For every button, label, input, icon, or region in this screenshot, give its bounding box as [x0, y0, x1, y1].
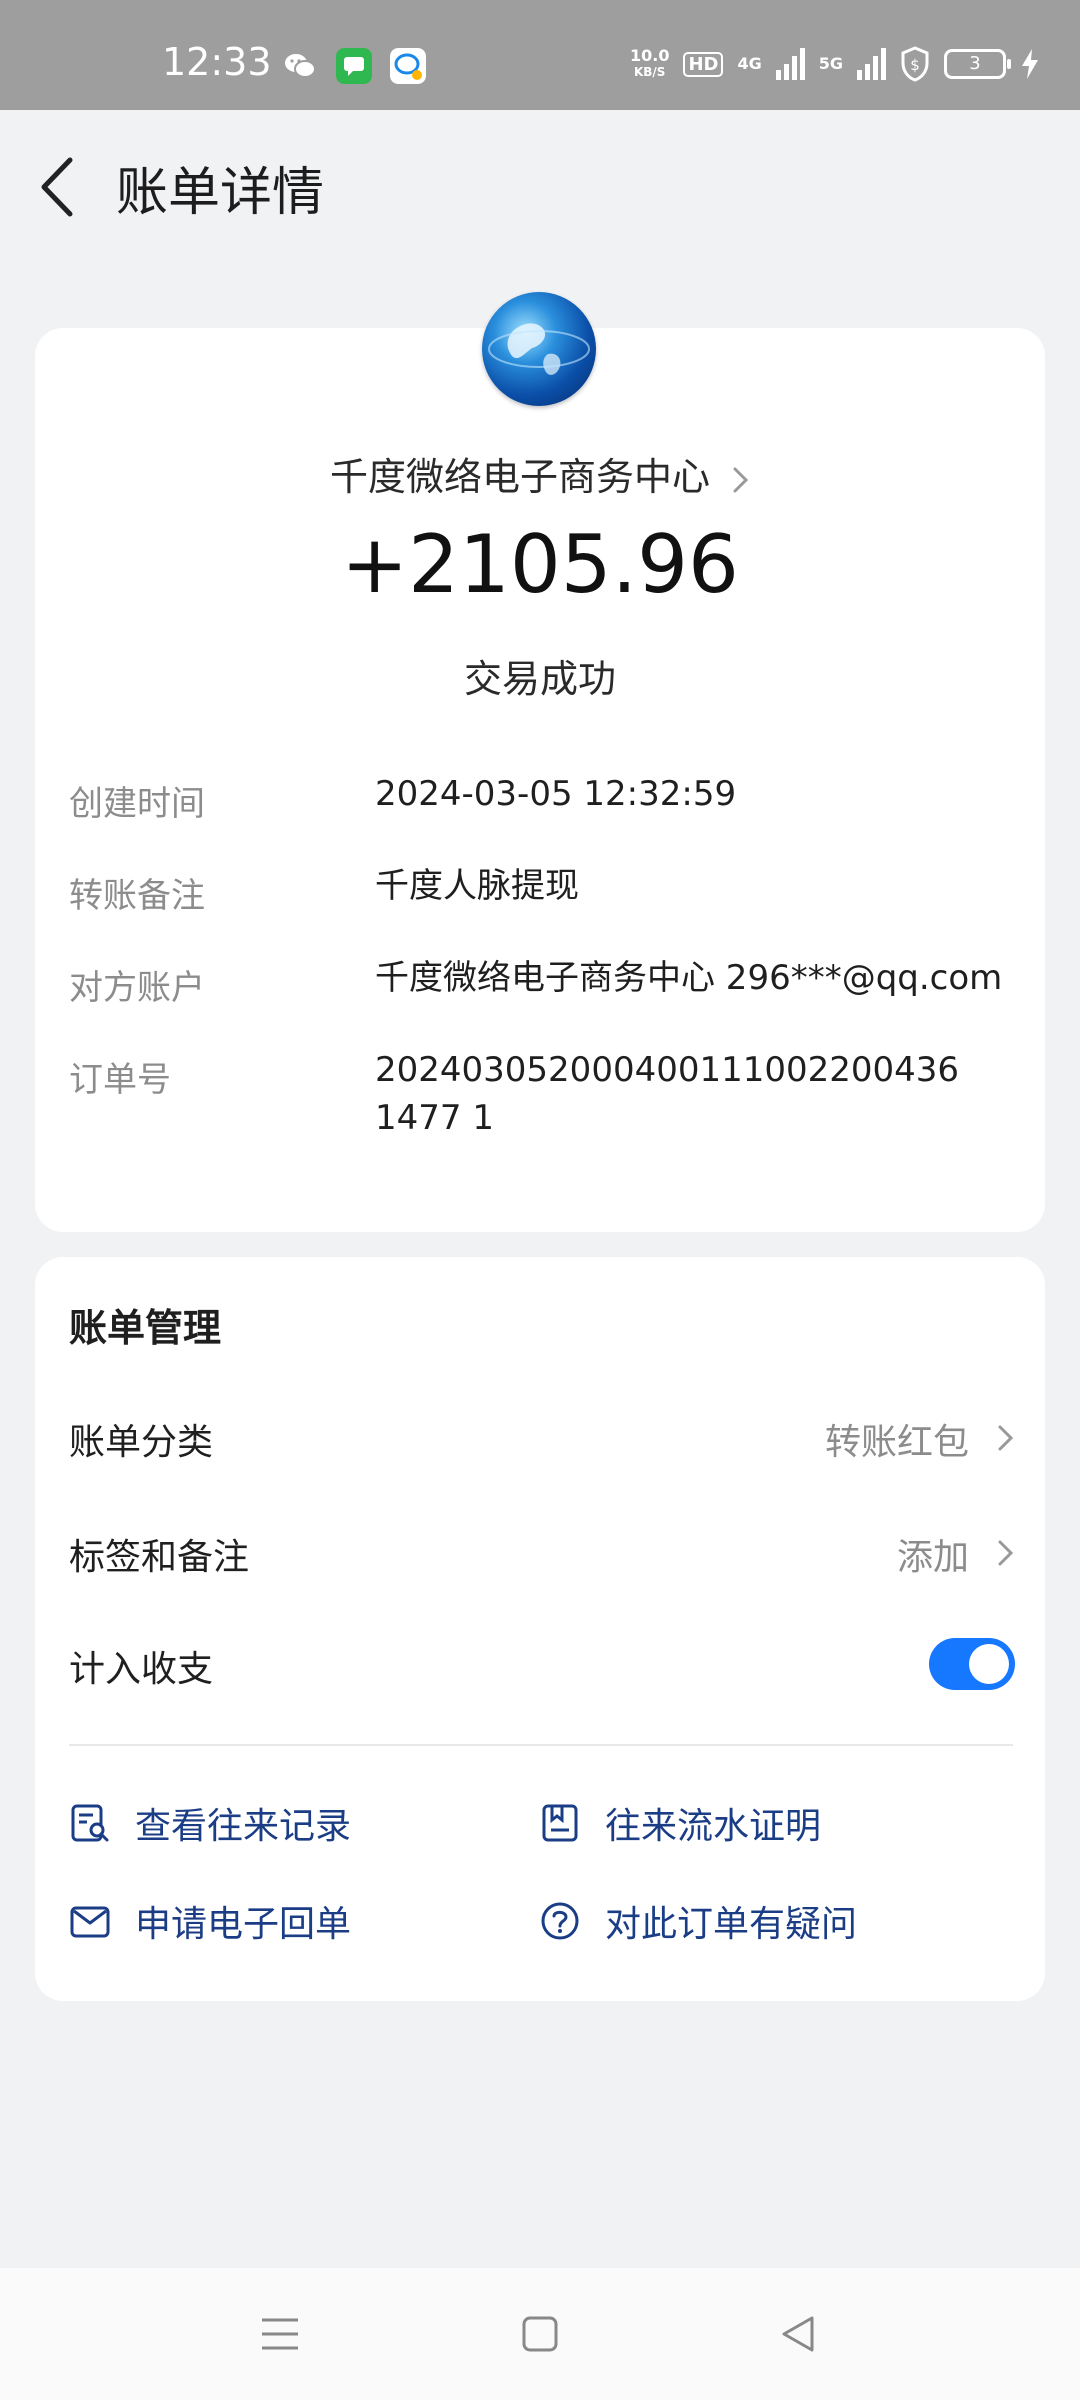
transaction-amount: +2105.96 — [341, 518, 739, 611]
system-nav-bar — [0, 2268, 1080, 2400]
count-in-balance-row: 计入收支 — [69, 1632, 1015, 1692]
signal-icon — [775, 48, 805, 80]
status-time: 12:33 — [162, 40, 272, 84]
transaction-status: 交易成功 — [463, 657, 616, 701]
tags-notes-row[interactable]: 标签和备注 添加 — [69, 1520, 1015, 1580]
bill-management-card: 账单管理 账单分类 转账红包 标签和备注 添加 计入收支 查看往来记录 往来流水… — [35, 1257, 1045, 2001]
globe-icon — [488, 323, 590, 375]
request-receipt-label: 申请电子回单 — [135, 1904, 352, 1945]
bill-category-row[interactable]: 账单分类 转账红包 — [69, 1405, 1015, 1465]
chevron-right-icon — [998, 1540, 1014, 1566]
question-circle-icon — [541, 1902, 579, 1940]
network-speed: 10.0 KB/S — [630, 48, 669, 80]
svg-text:$: $ — [910, 56, 920, 74]
request-receipt-link[interactable]: 申请电子回单 — [69, 1891, 351, 1951]
detail-value: 千度人脉提现 — [375, 866, 579, 906]
envelope-icon — [70, 1906, 110, 1938]
back-arrow-icon[interactable] — [30, 150, 90, 220]
detail-label: 对方账户 — [69, 968, 205, 1008]
bill-category-value: 转账红包 — [824, 1422, 969, 1463]
status-right-group: 10.0 KB/S HD 4G 5G $ 3 — [630, 44, 1040, 84]
messages-icon — [336, 48, 372, 84]
shield-dollar-icon: $ — [901, 46, 929, 82]
bill-category-label: 账单分类 — [69, 1422, 214, 1463]
charging-icon — [1022, 49, 1038, 79]
merchant-link[interactable]: 千度微络电子商务中心 — [35, 446, 1045, 501]
network-speed-unit: KB/S — [633, 65, 666, 79]
chevron-right-icon — [733, 467, 749, 492]
header: 账单详情 — [0, 110, 1080, 260]
detail-label: 创建时间 — [69, 784, 205, 824]
home-square-icon[interactable] — [510, 2304, 570, 2364]
back-triangle-icon[interactable] — [768, 2304, 828, 2364]
record-search-icon — [71, 1804, 109, 1842]
status-bar: 12:33 10.0 KB/S HD 4G 5G $ 3 — [0, 0, 1080, 110]
section-title: 账单管理 — [69, 1306, 222, 1350]
chat-app-icon — [390, 48, 426, 84]
detail-value: 2024-03-05 12:32:59 — [375, 774, 737, 814]
network-speed-value: 10.0 — [629, 46, 670, 65]
detail-value: 2024030520004001110022004361477 1 — [375, 1050, 960, 1138]
hd-badge: HD — [683, 51, 724, 77]
battery-icon: 3 — [944, 49, 1011, 79]
statement-proof-link[interactable]: 往来流水证明 — [539, 1793, 821, 1853]
page-title: 账单详情 — [116, 163, 325, 223]
document-icon — [542, 1804, 578, 1842]
statement-proof-label: 往来流水证明 — [605, 1806, 822, 1847]
chevron-right-icon — [998, 1425, 1014, 1451]
battery-level: 3 — [969, 53, 981, 74]
tags-notes-label: 标签和备注 — [69, 1537, 250, 1578]
tags-notes-value: 添加 — [896, 1537, 969, 1578]
net-4g-label: 4G — [737, 54, 762, 73]
net-5g-label: 5G — [818, 54, 843, 73]
detail-value: 千度微络电子商务中心 296***@qq.com — [375, 958, 1003, 998]
menu-icon[interactable] — [250, 2304, 310, 2364]
view-records-link[interactable]: 查看往来记录 — [69, 1793, 351, 1853]
detail-label: 订单号 — [69, 1060, 171, 1100]
count-in-balance-label: 计入收支 — [69, 1649, 214, 1690]
transaction-card: 千度微络电子商务中心 +2105.96 交易成功 创建时间 2024-03-05… — [35, 328, 1045, 1232]
toggle-knob — [969, 1644, 1009, 1684]
wechat-icon — [285, 54, 316, 78]
merchant-logo — [482, 292, 596, 406]
detail-label: 转账备注 — [69, 876, 205, 916]
order-question-link[interactable]: 对此订单有疑问 — [539, 1891, 857, 1951]
count-in-balance-toggle[interactable] — [929, 1638, 1015, 1690]
signal-icon-2 — [857, 48, 886, 80]
view-records-label: 查看往来记录 — [135, 1806, 352, 1847]
order-question-label: 对此订单有疑问 — [605, 1904, 858, 1945]
merchant-name: 千度微络电子商务中心 — [329, 455, 710, 499]
divider — [69, 1744, 1013, 1746]
